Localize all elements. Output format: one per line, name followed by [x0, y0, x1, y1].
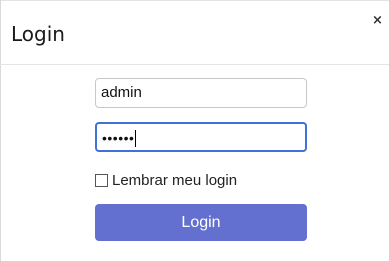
login-dialog: Login × admin •••••• Lembrar meu login L…: [0, 0, 389, 261]
login-button-label: Login: [181, 213, 221, 231]
remember-checkbox[interactable]: [95, 174, 108, 187]
remember-label: Lembrar meu login: [112, 172, 238, 189]
password-input[interactable]: ••••••: [95, 122, 307, 152]
username-value: admin: [101, 84, 142, 101]
dialog-border-left: [0, 0, 1, 261]
dialog-title: Login: [11, 22, 65, 46]
dialog-border-top: [0, 0, 389, 1]
header-divider: [0, 64, 389, 65]
close-icon[interactable]: ×: [372, 14, 383, 27]
password-value: ••••••: [102, 130, 135, 147]
text-caret: [135, 129, 137, 147]
username-input[interactable]: admin: [95, 78, 307, 108]
remember-login-row[interactable]: Lembrar meu login: [95, 172, 237, 189]
login-button[interactable]: Login: [95, 204, 307, 241]
